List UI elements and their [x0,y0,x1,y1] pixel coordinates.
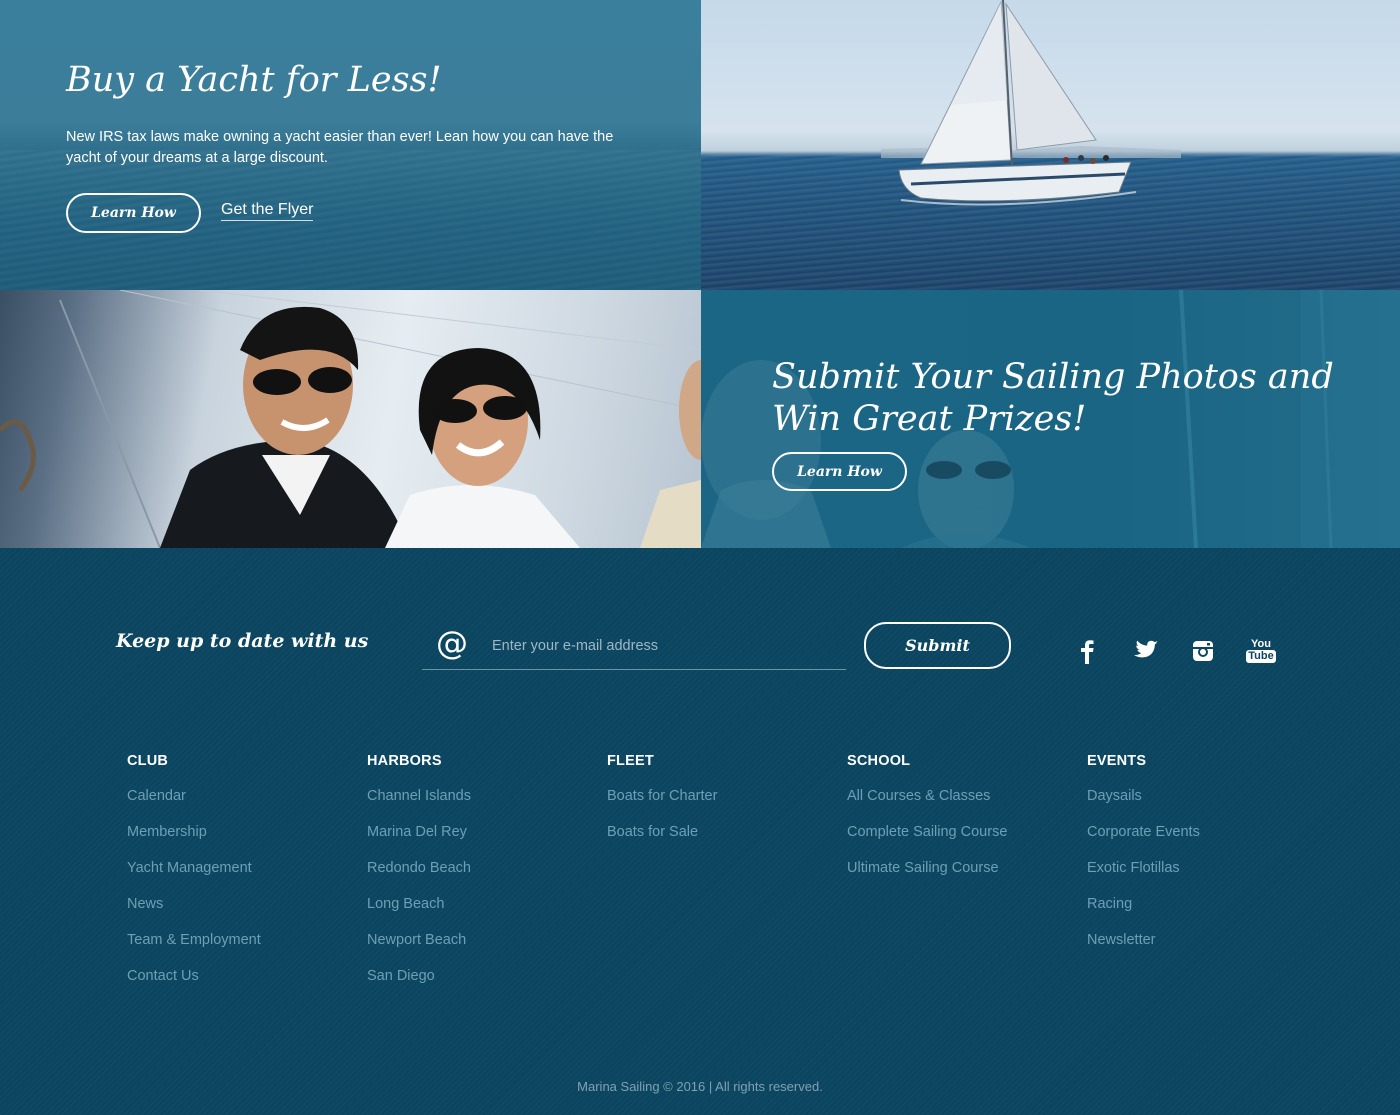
promo-buy-yacht: Buy a Yacht for Less! New IRS tax laws m… [0,0,701,290]
footer-link-news[interactable]: News [127,895,347,931]
promo-title-line-1: Submit Your Sailing Photos and [772,357,1334,397]
footer-link-racing[interactable]: Racing [1087,895,1307,931]
youtube-icon[interactable]: You Tube [1246,636,1276,666]
learn-how-button[interactable]: Learn How [66,193,201,233]
twitter-glyph [1133,640,1158,658]
sailboat-photo [701,0,1400,290]
footer-link-all-courses[interactable]: All Courses & Classes [847,787,1067,823]
column-heading: EVENTS [1087,753,1147,769]
promo-title-line-2: Win Great Prizes! [772,399,1087,439]
sailboat-illustration [881,0,1181,206]
footer-link-daysails[interactable]: Daysails [1087,787,1307,823]
footer-link-corporate-events[interactable]: Corporate Events [1087,823,1307,859]
column-heading: HARBORS [367,753,442,769]
footer-link-marina-del-rey[interactable]: Marina Del Rey [367,823,587,859]
footer-link-contact-us[interactable]: Contact Us [127,967,347,1003]
instagram-glyph [1193,641,1213,661]
promo-submit-photos: Submit Your Sailing Photos and Win Great… [701,290,1400,548]
email-field-wrapper: @ [422,622,846,670]
footer-link-ultimate-sailing-course[interactable]: Ultimate Sailing Course [847,859,1067,895]
footer-column-club: CLUB Calendar Membership Yacht Managemen… [127,753,347,1003]
column-heading: SCHOOL [847,753,911,769]
column-heading: FLEET [607,753,654,769]
footer-link-newsletter[interactable]: Newsletter [1087,931,1307,967]
newsletter-heading: Keep up to date with us [116,630,369,652]
footer-link-team-employment[interactable]: Team & Employment [127,931,347,967]
footer-link-exotic-flotillas[interactable]: Exotic Flotillas [1087,859,1307,895]
footer-link-long-beach[interactable]: Long Beach [367,895,587,931]
footer-column-school: SCHOOL All Courses & Classes Complete Sa… [847,753,1067,895]
footer-column-events: EVENTS Daysails Corporate Events Exotic … [1087,753,1307,967]
site-footer: Keep up to date with us @ Submit You Tub… [0,548,1400,1115]
couple-illustration [0,290,701,548]
facebook-glyph [1081,640,1094,664]
footer-link-redondo-beach[interactable]: Redondo Beach [367,859,587,895]
footer-link-yacht-management[interactable]: Yacht Management [127,859,347,895]
footer-link-san-diego[interactable]: San Diego [367,967,587,1003]
at-sign-icon: @ [436,624,468,662]
learn-how-button[interactable]: Learn How [772,452,907,491]
footer-link-complete-sailing-course[interactable]: Complete Sailing Course [847,823,1067,859]
promo-title: Buy a Yacht for Less! [66,60,442,100]
facebook-icon[interactable] [1072,636,1102,666]
youtube-text-bottom: Tube [1246,650,1276,663]
footer-column-fleet: FLEET Boats for Charter Boats for Sale [607,753,827,859]
promo-title: Submit Your Sailing Photos and Win Great… [772,356,1334,440]
copyright-text: Marina Sailing © 2016 | All rights reser… [577,1079,823,1094]
instagram-icon[interactable] [1188,636,1218,666]
footer-link-channel-islands[interactable]: Channel Islands [367,787,587,823]
email-input[interactable] [492,632,832,660]
twitter-icon[interactable] [1130,636,1160,666]
submit-button[interactable]: Submit [864,622,1011,669]
couple-photo [0,290,701,548]
footer-column-harbors: HARBORS Channel Islands Marina Del Rey R… [367,753,587,1003]
footer-link-boats-for-sale[interactable]: Boats for Sale [607,823,827,859]
footer-link-membership[interactable]: Membership [127,823,347,859]
get-flyer-link[interactable]: Get the Flyer [221,201,314,221]
footer-link-boats-for-charter[interactable]: Boats for Charter [607,787,827,823]
footer-link-calendar[interactable]: Calendar [127,787,347,823]
footer-link-newport-beach[interactable]: Newport Beach [367,931,587,967]
promo-description: New IRS tax laws make owning a yacht eas… [66,129,614,166]
youtube-text-top: You [1251,638,1271,650]
column-heading: CLUB [127,753,169,769]
